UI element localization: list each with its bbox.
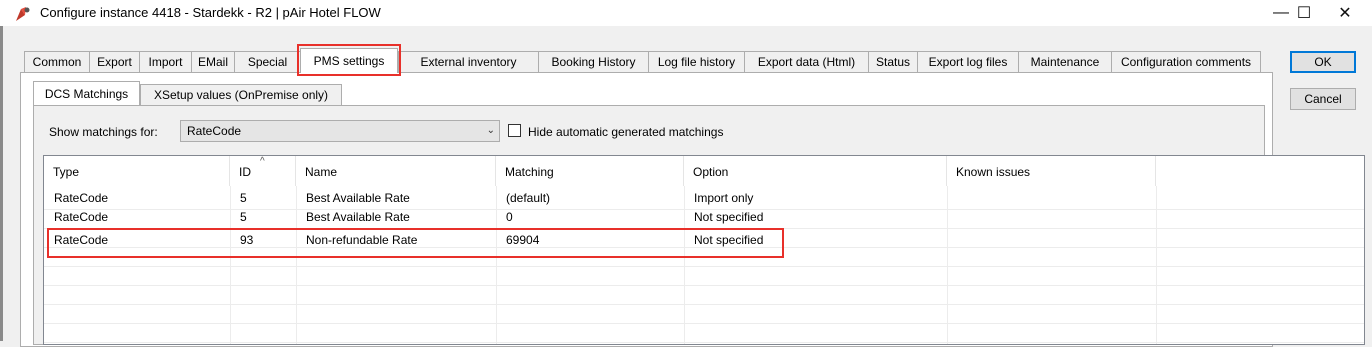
matching-type-select[interactable]: RateCode ⌄ (180, 120, 500, 142)
tab-log-file-history[interactable]: Log file history (648, 51, 745, 72)
cell-name: Best Available Rate (306, 191, 410, 205)
cell-type: RateCode (54, 210, 109, 224)
tab-import[interactable]: Import (139, 51, 192, 72)
cell-type: RateCode (54, 233, 109, 247)
matchings-grid[interactable]: Type ID ^ Name Matching Option Known iss… (43, 155, 1365, 345)
tab-export-data-html[interactable]: Export data (Html) (744, 51, 869, 72)
chevron-down-icon: ⌄ (486, 125, 495, 136)
tab-email[interactable]: EMail (191, 51, 235, 72)
show-matchings-label: Show matchings for: (49, 125, 158, 139)
window-title: Configure instance 4418 - Stardekk - R2 … (40, 5, 381, 20)
cancel-button[interactable]: Cancel (1290, 88, 1356, 110)
column-header-id[interactable]: ID ^ (230, 156, 296, 186)
close-button[interactable]: ✕ (1322, 0, 1368, 26)
cell-id: 5 (240, 210, 247, 224)
subtab-dcs-matchings[interactable]: DCS Matchings (33, 81, 140, 105)
tab-pms-settings[interactable]: PMS settings (300, 48, 398, 73)
column-header-option[interactable]: Option (684, 156, 947, 186)
subtab-xsetup-values[interactable]: XSetup values (OnPremise only) (140, 84, 342, 105)
cell-type: RateCode (54, 191, 109, 205)
tab-external-inventory[interactable]: External inventory (398, 51, 539, 72)
tab-status[interactable]: Status (868, 51, 918, 72)
cell-known-issues (947, 231, 957, 250)
left-edge (0, 26, 3, 341)
tab-export-log-files[interactable]: Export log files (917, 51, 1019, 72)
column-header-known-issues[interactable]: Known issues (947, 156, 1156, 186)
matching-type-value: RateCode (187, 124, 242, 138)
cell-name: Non-refundable Rate (306, 233, 418, 247)
cell-name: Best Available Rate (306, 210, 410, 224)
column-header-name[interactable]: Name (296, 156, 496, 186)
column-header-id-label: ID (239, 165, 251, 179)
cell-known-issues (947, 189, 957, 208)
app-icon (14, 6, 32, 22)
tab-configuration-comments[interactable]: Configuration comments (1111, 51, 1261, 72)
cell-matching: 0 (506, 210, 513, 224)
ok-button[interactable]: OK (1290, 51, 1356, 73)
table-row[interactable]: RateCode 93 Non-refundable Rate 69904 No… (44, 231, 1364, 250)
table-row[interactable]: RateCode 5 Best Available Rate (default)… (44, 189, 1364, 208)
column-header-type[interactable]: Type (44, 156, 230, 186)
cell-known-issues (947, 208, 957, 227)
column-header-matching[interactable]: Matching (496, 156, 684, 186)
hide-auto-matchings-label: Hide automatic generated matchings (528, 125, 724, 139)
cell-matching: 69904 (506, 233, 540, 247)
hide-auto-matchings-checkbox[interactable] (508, 124, 521, 137)
cell-option: Not specified (694, 233, 764, 247)
tab-booking-history[interactable]: Booking History (538, 51, 649, 72)
cell-option: Import only (694, 191, 754, 205)
maximize-button[interactable]: ☐ (1281, 0, 1327, 26)
cell-matching: (default) (506, 191, 551, 205)
cell-id: 5 (240, 191, 247, 205)
tab-export[interactable]: Export (89, 51, 140, 72)
tab-common[interactable]: Common (24, 51, 90, 72)
tab-maintenance[interactable]: Maintenance (1018, 51, 1112, 72)
cell-id: 93 (240, 233, 254, 247)
tab-special[interactable]: Special (234, 51, 301, 72)
table-row[interactable]: RateCode 5 Best Available Rate 0 Not spe… (44, 208, 1364, 227)
sort-ascending-icon: ^ (260, 156, 265, 167)
cell-option: Not specified (694, 210, 764, 224)
